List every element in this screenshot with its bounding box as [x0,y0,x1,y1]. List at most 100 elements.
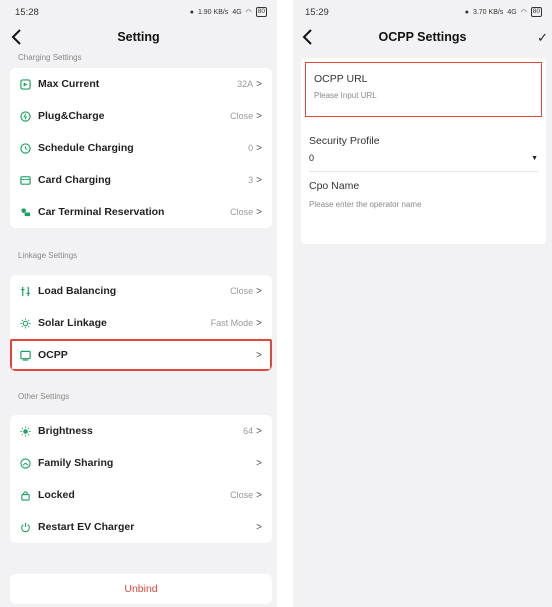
row-brightness[interactable]: Brightness 64 > [10,415,272,447]
back-arrow-icon[interactable] [8,27,26,47]
row-value: 64 [243,426,254,436]
ocpp-url-label: OCPP URL [314,73,368,85]
monitor-icon [20,350,31,361]
ev-icon [20,78,31,90]
status-icons: ● 3.70 KB/s 4G ◠ 80 [465,7,542,17]
row-label: Brightness [38,425,93,437]
chevron-right-icon: > [256,425,262,437]
row-card-charging[interactable]: Card Charging 3 > [10,164,272,196]
card-other: Brightness 64 > Family Sharing > Locked … [10,415,272,543]
chevron-right-icon: > [256,285,262,297]
lock-icon [20,490,31,501]
ocpp-url-field[interactable]: OCPP URL Please Input URL [305,62,542,117]
dropdown-caret-icon: ▼ [531,154,538,162]
row-load-balancing[interactable]: Load Balancing Close > [10,275,272,307]
row-label: Car Terminal Reservation [38,206,165,218]
chevron-right-icon: > [256,110,262,122]
security-profile-select[interactable]: 0 ▼ [309,153,538,172]
chevron-right-icon: > [256,317,262,329]
ocpp-form: OCPP URL Please Input URL Security Profi… [301,58,546,244]
cpo-name-label: Cpo Name [309,180,360,192]
row-label: Plug&Charge [38,110,105,122]
row-restart-ev-charger[interactable]: Restart EV Charger > [10,511,272,543]
ocpp-url-input[interactable]: Please Input URL [314,91,533,100]
row-label: Schedule Charging [38,142,134,154]
network-speed: 3.70 KB/s [472,8,504,16]
cpo-name-input[interactable]: Please enter the operator name [309,200,538,209]
chevron-right-icon: > [256,206,262,218]
nav-bar: Setting [0,24,277,50]
security-profile-field[interactable]: Security Profile 0 ▼ [301,135,546,172]
row-car-terminal-reservation[interactable]: Car Terminal Reservation Close > [10,196,272,228]
status-time: 15:29 [305,6,329,18]
row-label: OCPP [38,349,68,361]
status-bar: 15:29 ● 3.70 KB/s 4G ◠ 80 [293,0,552,24]
chevron-right-icon: > [256,142,262,154]
unbind-button[interactable]: Unbind [10,574,272,604]
row-max-current[interactable]: Max Current 32A > [10,68,272,100]
chevron-right-icon: > [256,78,262,90]
row-label: Load Balancing [38,285,117,297]
row-value: 0 [248,143,254,153]
confirm-check-icon[interactable]: ✓ [537,30,548,46]
row-label: Family Sharing [38,457,114,469]
setting-screen: 15:28 ● 1.90 KB/s 4G ◠ 80 Setting Chargi… [0,0,277,607]
row-plug-charge[interactable]: Plug&Charge Close > [10,100,272,132]
section-label-charging: Charging Settings [18,53,82,62]
security-profile-value: 0 [309,153,315,163]
car-icon [20,207,31,218]
sun-icon [20,317,31,329]
settings-list: Charging Settings Max Current 32A > Plug… [0,50,277,543]
back-arrow-icon[interactable] [299,27,317,47]
row-value: 3 [248,175,254,185]
row-solar-linkage[interactable]: Solar Linkage Fast Mode > [10,307,272,339]
network-type: 4G [232,8,242,16]
status-icons: ● 1.90 KB/s 4G ◠ 80 [190,7,267,17]
page-title: Setting [117,30,160,44]
row-label: Solar Linkage [38,317,107,329]
security-profile-label: Security Profile [309,135,380,147]
shield-icon: ● [464,8,469,16]
plug-icon [20,110,31,122]
row-label: Card Charging [38,174,111,186]
chevron-right-icon: > [256,174,262,186]
chevron-right-icon: > [256,349,262,361]
card-linkage: Load Balancing Close > Solar Linkage Fas… [10,275,272,371]
battery-icon: 80 [255,7,267,17]
chevron-right-icon: > [256,521,262,533]
chevron-right-icon: > [256,457,262,469]
row-ocpp[interactable]: OCPP > [10,339,272,371]
page-title: OCPP Settings [378,30,467,44]
card-icon [20,175,31,186]
row-locked[interactable]: Locked Close > [10,479,272,511]
nav-bar: OCPP Settings ✓ [293,24,552,50]
row-label: Max Current [38,78,100,90]
section-label-other: Other Settings [18,392,70,401]
status-bar: 15:28 ● 1.90 KB/s 4G ◠ 80 [0,0,277,24]
network-type: 4G [507,8,517,16]
battery-icon: 80 [530,7,542,17]
section-label-linkage: Linkage Settings [18,251,78,260]
chevron-right-icon: > [256,489,262,501]
power-icon [20,522,31,533]
family-icon [20,457,31,469]
row-value: Close [230,490,254,500]
clock-icon [20,142,31,154]
row-label: Restart EV Charger [38,521,135,533]
row-value: Fast Mode [210,318,254,328]
status-time: 15:28 [15,6,39,18]
wifi-icon: ◠ [520,9,527,16]
ocpp-settings-screen: 15:29 ● 3.70 KB/s 4G ◠ 80 OCPP Settings … [293,0,552,607]
card-charging: Max Current 32A > Plug&Charge Close > Sc… [10,68,272,228]
network-speed: 1.90 KB/s [197,8,229,16]
row-value: Close [230,207,254,217]
brightness-icon [20,425,31,437]
balance-icon [20,286,31,297]
row-value: Close [230,286,254,296]
row-label: Locked [38,489,75,501]
wifi-icon: ◠ [245,9,252,16]
row-family-sharing[interactable]: Family Sharing > [10,447,272,479]
row-schedule-charging[interactable]: Schedule Charging 0 > [10,132,272,164]
row-value: Close [230,111,254,121]
cpo-name-field[interactable]: Cpo Name Please enter the operator name [301,180,546,209]
